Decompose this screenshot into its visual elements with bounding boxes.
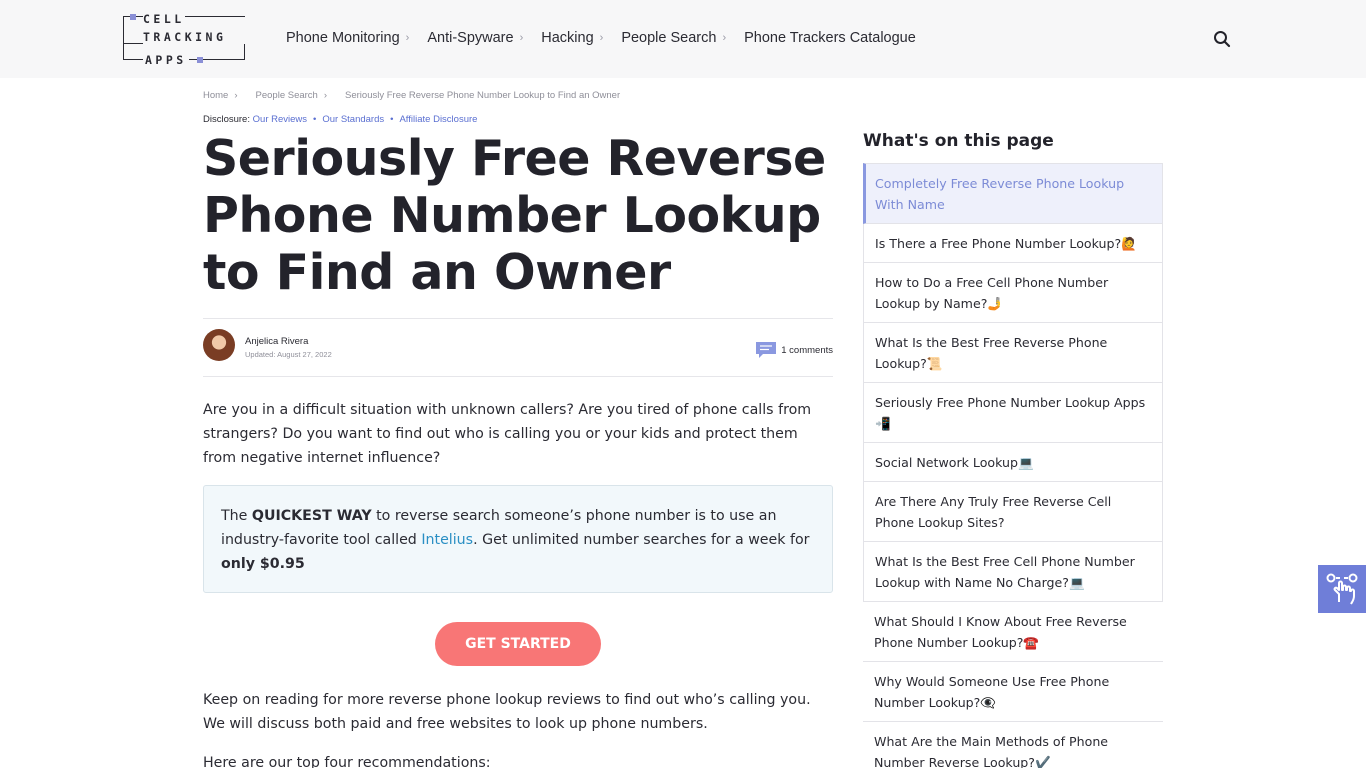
- breadcrumb-label: People Search: [255, 90, 318, 101]
- nav-label: Phone Trackers Catalogue: [744, 30, 916, 46]
- author-name[interactable]: Anjelica Rivera: [245, 336, 308, 347]
- our-reviews-link[interactable]: Our Reviews: [253, 114, 307, 125]
- logo-text-line2: TRACKING: [143, 30, 227, 44]
- comment-icon: [756, 342, 777, 358]
- nav-phone-monitoring[interactable]: Phone Monitoring ›: [286, 30, 409, 46]
- toc-item[interactable]: What Should I Know About Free Reverse Ph…: [863, 602, 1163, 662]
- page-title: Seriously Free Reverse Phone Number Look…: [203, 130, 826, 301]
- chevron-right-icon: ›: [722, 32, 727, 44]
- accessibility-button[interactable]: [1318, 565, 1366, 613]
- intelius-link[interactable]: Intelius: [421, 532, 473, 548]
- table-of-contents: Completely Free Reverse Phone Lookup Wit…: [863, 163, 1163, 768]
- nav-label: People Search: [621, 30, 717, 46]
- nav-label: Anti-Spyware: [427, 30, 514, 46]
- disclosure-bar: Disclosure: Our Reviews • Our Standards …: [203, 114, 477, 125]
- toc-item[interactable]: Is There a Free Phone Number Lookup?🙋: [863, 224, 1163, 263]
- avatar[interactable]: [203, 329, 235, 361]
- toc-item[interactable]: Completely Free Reverse Phone Lookup Wit…: [863, 163, 1163, 224]
- breadcrumb-separator: ›: [234, 90, 238, 101]
- body-paragraph: Keep on reading for more reverse phone l…: [203, 692, 811, 732]
- breadcrumb-current: Seriously Free Reverse Phone Number Look…: [345, 90, 620, 101]
- breadcrumb-label: Home: [203, 90, 229, 101]
- body-paragraph: Here are our top four recommendations:: [203, 755, 491, 768]
- affiliate-disclosure-link[interactable]: Affiliate Disclosure: [399, 114, 477, 125]
- disclosure-dot: •: [390, 114, 394, 125]
- updated-date: Updated: August 27, 2022: [245, 350, 332, 359]
- breadcrumb: Home › People Search › Seriously Free Re…: [203, 90, 638, 101]
- breadcrumb-separator: ›: [323, 90, 328, 101]
- author-bar: Anjelica Rivera Updated: August 27, 2022…: [203, 318, 833, 377]
- site-header: CELL TRACKING APPS Phone Monitoring › An…: [0, 0, 1366, 78]
- quickest-way-callout: The QUICKEST WAY to reverse search someo…: [203, 485, 833, 593]
- comments-count: 1 comments: [781, 344, 833, 356]
- search-icon[interactable]: [1213, 30, 1231, 48]
- nav-anti-spyware[interactable]: Anti-Spyware ›: [427, 30, 523, 46]
- toc-item[interactable]: How to Do a Free Cell Phone Number Looku…: [863, 263, 1163, 323]
- toc-item[interactable]: What Are the Main Methods of Phone Numbe…: [863, 722, 1163, 768]
- chevron-right-icon: ›: [599, 32, 604, 44]
- toc-item[interactable]: Why Would Someone Use Free Phone Number …: [863, 662, 1163, 722]
- callout-text: . Get unlimited number searches for a we…: [473, 532, 810, 548]
- callout-bold: QUICKEST WAY: [251, 508, 372, 524]
- nav-label: Phone Monitoring: [286, 30, 400, 46]
- toc-item[interactable]: Social Network Lookup💻: [863, 443, 1163, 482]
- get-started-button[interactable]: GET STARTED: [435, 622, 601, 666]
- nav-hacking[interactable]: Hacking ›: [541, 30, 603, 46]
- callout-text: The: [221, 508, 252, 524]
- logo-frame-left: [123, 16, 143, 44]
- disclosure-label: Disclosure:: [203, 114, 250, 125]
- toc-item[interactable]: What Is the Best Free Cell Phone Number …: [863, 542, 1163, 602]
- toc-item[interactable]: What Is the Best Free Reverse Phone Look…: [863, 323, 1163, 383]
- logo-square-icon: [130, 14, 136, 20]
- disclosure-dot: •: [313, 114, 317, 125]
- toc-item[interactable]: Are There Any Truly Free Reverse Cell Ph…: [863, 482, 1163, 542]
- nav-label: Hacking: [541, 30, 594, 46]
- chevron-right-icon: ›: [405, 32, 410, 44]
- logo-text-line3: APPS: [143, 53, 189, 67]
- our-standards-link[interactable]: Our Standards: [322, 114, 384, 125]
- nav-phone-trackers-catalogue[interactable]: Phone Trackers Catalogue: [744, 30, 916, 46]
- comments-link[interactable]: 1 comments: [755, 341, 833, 359]
- nav-people-search[interactable]: People Search ›: [621, 30, 726, 46]
- logo-square-icon: [197, 57, 203, 63]
- toc-item[interactable]: Seriously Free Phone Number Lookup Apps …: [863, 383, 1163, 443]
- callout-price: only $0.95: [221, 556, 305, 572]
- hand-tap-icon: [1326, 573, 1358, 605]
- logo-text-line1: CELL: [143, 12, 185, 26]
- breadcrumb-label: Seriously Free Reverse Phone Number Look…: [345, 90, 621, 101]
- site-logo[interactable]: CELL TRACKING APPS: [123, 12, 247, 67]
- toc-title: What's on this page: [863, 131, 1054, 151]
- intro-paragraph: Are you in a difficult situation with un…: [203, 402, 812, 466]
- chevron-right-icon: ›: [519, 32, 524, 44]
- breadcrumb-home[interactable]: Home ›: [203, 90, 238, 101]
- breadcrumb-people-search[interactable]: People Search ›: [256, 90, 328, 101]
- main-nav: Phone Monitoring › Anti-Spyware › Hackin…: [286, 30, 934, 46]
